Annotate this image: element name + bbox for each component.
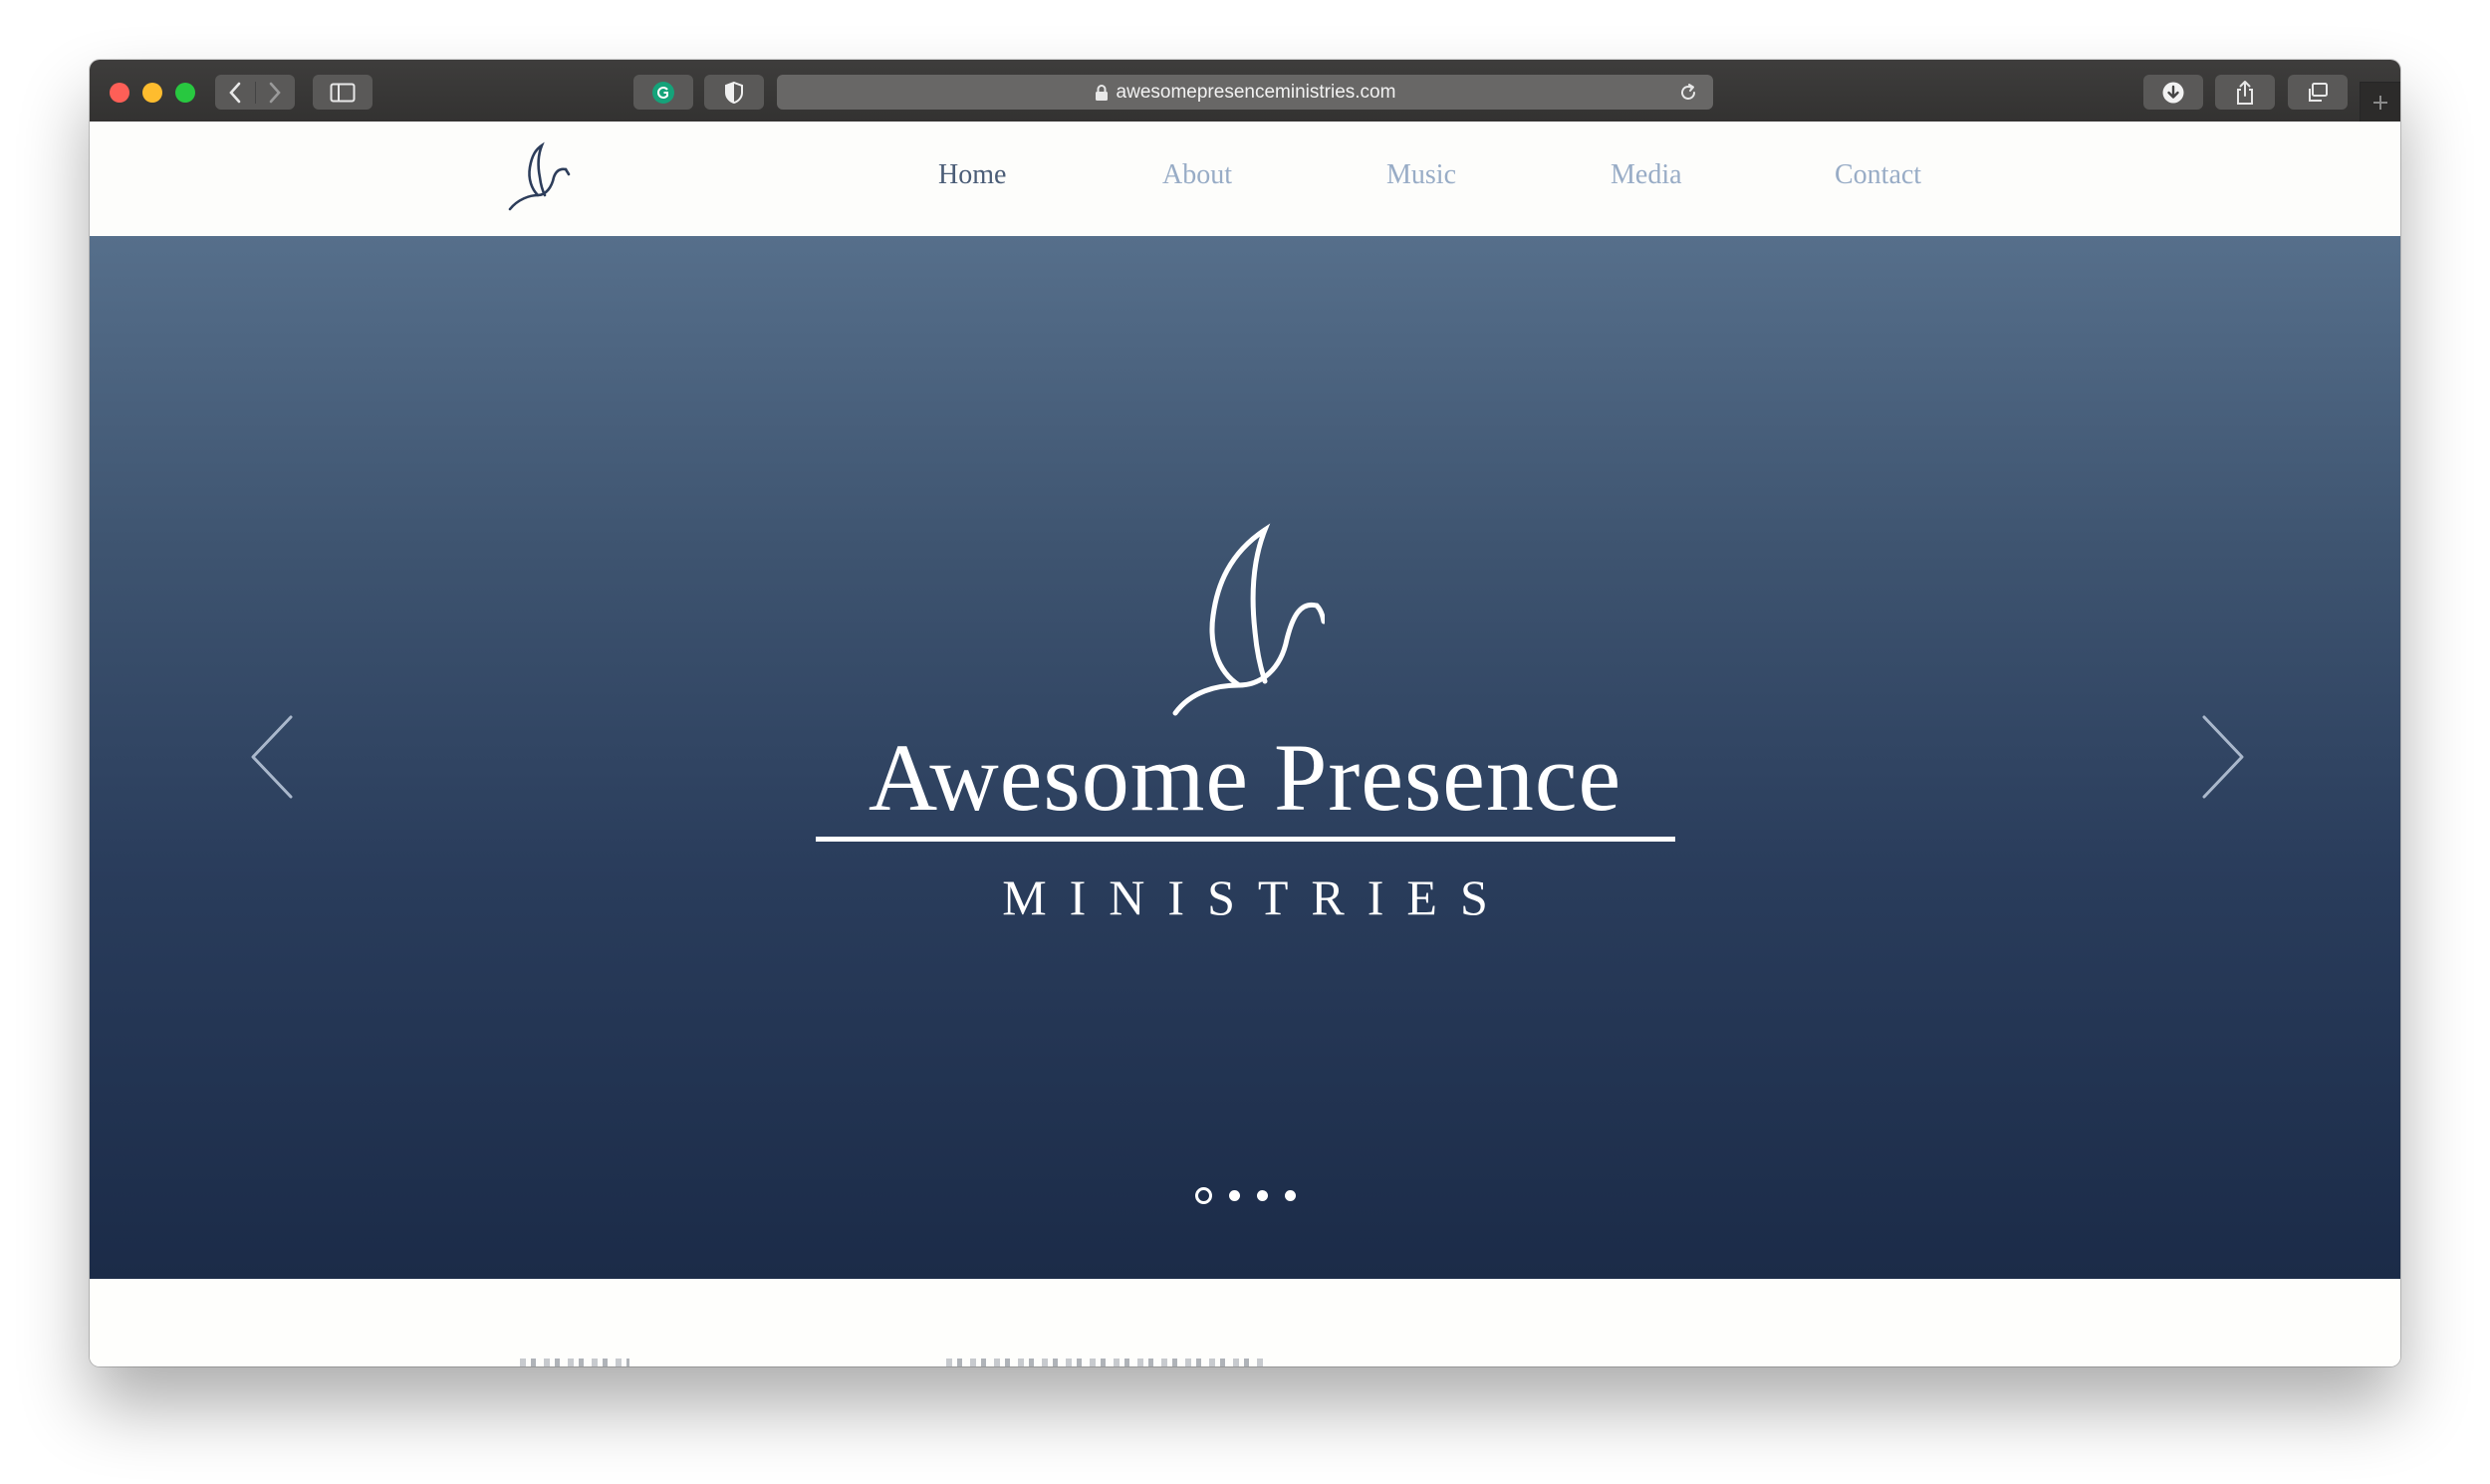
forward-button[interactable]: [256, 82, 296, 104]
chevron-right-icon: [269, 82, 281, 103]
share-button[interactable]: [2215, 75, 2275, 110]
nav-home[interactable]: Home: [938, 159, 1006, 191]
shield-icon: [725, 81, 743, 104]
nav-contact[interactable]: Contact: [1835, 159, 1921, 191]
hero-slideshow: Awesome Presence MINISTRIES: [90, 236, 2400, 1279]
sidebar-icon: [330, 83, 356, 102]
slide-indicators: [1195, 1186, 1296, 1204]
back-button[interactable]: [215, 81, 256, 104]
slide-dot-4[interactable]: [1285, 1189, 1296, 1201]
image-thumbnail: [520, 1359, 629, 1366]
chevron-left-icon: [229, 82, 241, 103]
sidebar-button[interactable]: [313, 75, 373, 110]
reload-button[interactable]: [1677, 82, 1699, 110]
history-nav-group: [215, 75, 295, 110]
image-thumbnail: [946, 1359, 1265, 1366]
grammarly-extension-button[interactable]: [633, 75, 693, 110]
tab-overview-button[interactable]: [2288, 75, 2348, 110]
hero-divider: [816, 837, 1675, 842]
plus-icon: [2373, 96, 2387, 110]
nav-music[interactable]: Music: [1386, 159, 1456, 191]
lock-icon: [1095, 84, 1109, 102]
nav-about[interactable]: About: [1162, 159, 1232, 191]
nav-media[interactable]: Media: [1611, 159, 1682, 191]
grammarly-icon: [652, 81, 674, 104]
url-text: awesomepresenceministries.com: [1116, 81, 1396, 103]
share-icon: [2237, 80, 2253, 105]
download-icon: [2162, 82, 2184, 103]
site-header: Home About Music Media Contact: [90, 122, 2400, 238]
new-tab-button[interactable]: [2360, 82, 2400, 123]
hero-title: Awesome Presence: [868, 724, 1622, 831]
hero-subtitle: MINISTRIES: [1002, 869, 1511, 925]
browser-toolbar: awesomepresenceministries.com: [90, 60, 2400, 123]
slide-dot-3[interactable]: [1257, 1189, 1268, 1201]
downloads-button[interactable]: [2143, 75, 2203, 110]
slide-dot-1[interactable]: [1195, 1186, 1212, 1204]
browser-window: awesomepresenceministries.com Home About…: [90, 60, 2400, 1366]
minimize-window-button[interactable]: [142, 83, 162, 103]
reload-icon: [1681, 84, 1695, 100]
tabs-icon: [2309, 82, 2328, 102]
address-bar[interactable]: awesomepresenceministries.com: [777, 75, 1713, 110]
content-section: [90, 1279, 2400, 1366]
slide-dot-2[interactable]: [1229, 1189, 1240, 1201]
dove-icon: [1165, 520, 1327, 724]
zoom-window-button[interactable]: [175, 83, 195, 103]
close-window-button[interactable]: [110, 83, 129, 103]
dove-icon[interactable]: [506, 141, 572, 218]
privacy-extension-button[interactable]: [704, 75, 764, 110]
